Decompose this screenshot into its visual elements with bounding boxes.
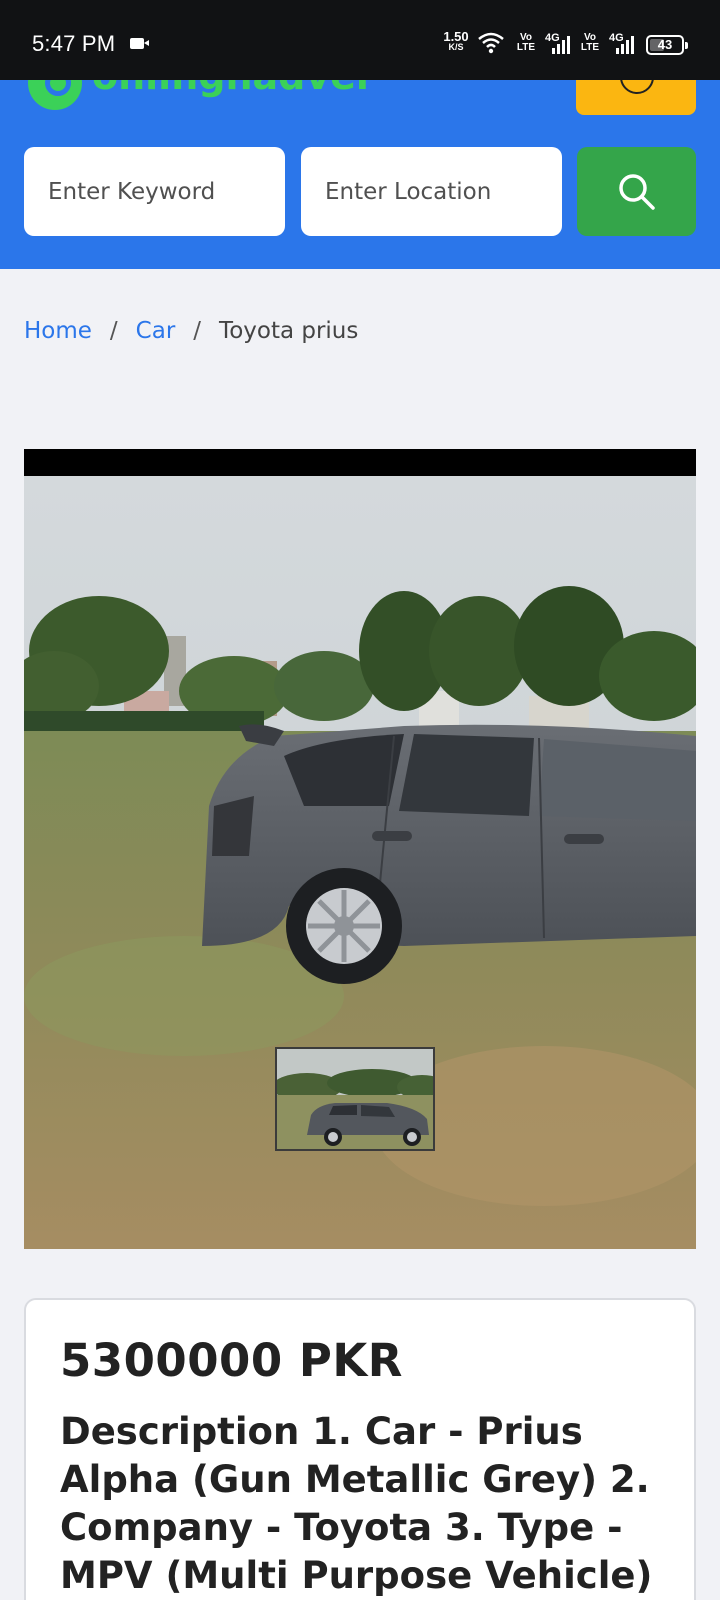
listing-price: 5300000 PKR [60, 1334, 403, 1387]
breadcrumb-current: Toyota prius [219, 318, 359, 344]
car-thumbnail-photo [277, 1049, 433, 1149]
logo-text: onlinghadverts [92, 80, 366, 98]
search-button[interactable] [577, 147, 696, 236]
breadcrumb: Home / Car / Toyota prius [24, 318, 358, 344]
site-logo[interactable]: onlinghadverts [26, 80, 366, 110]
logo-mark-icon [28, 80, 82, 110]
breadcrumb-home[interactable]: Home [24, 318, 92, 344]
status-bar: 5:47 PM 1.50 K/S Vo LTE 4G Vo LTE 4G 43 [0, 0, 720, 80]
breadcrumb-category[interactable]: Car [136, 318, 176, 344]
volte-label-1: Vo LTE [516, 32, 536, 53]
keyword-input[interactable] [24, 147, 285, 236]
network-speed-unit: K/S [448, 42, 464, 52]
video-record-icon [130, 38, 149, 49]
signal-icon [552, 36, 570, 54]
site-header: onlinghadverts [0, 80, 720, 269]
menu-button[interactable] [576, 80, 696, 115]
volte-label-2: Vo LTE [580, 32, 600, 53]
listing-details-card: 5300000 PKR Description 1. Car - Prius A… [24, 1298, 696, 1600]
battery-icon: 43 [646, 35, 688, 55]
signal-icon [616, 36, 634, 54]
status-time: 5:47 PM [32, 31, 116, 56]
breadcrumb-separator: / [193, 318, 202, 344]
listing-description: Description 1. Car - Prius Alpha (Gun Me… [60, 1410, 653, 1597]
network-speed: 1.50 K/S [442, 30, 470, 52]
wifi-icon [478, 32, 504, 54]
search-icon [619, 174, 655, 210]
image-thumbnail[interactable] [275, 1047, 435, 1151]
battery-level: 43 [657, 37, 673, 52]
location-input[interactable] [301, 147, 562, 236]
breadcrumb-separator: / [109, 318, 118, 344]
